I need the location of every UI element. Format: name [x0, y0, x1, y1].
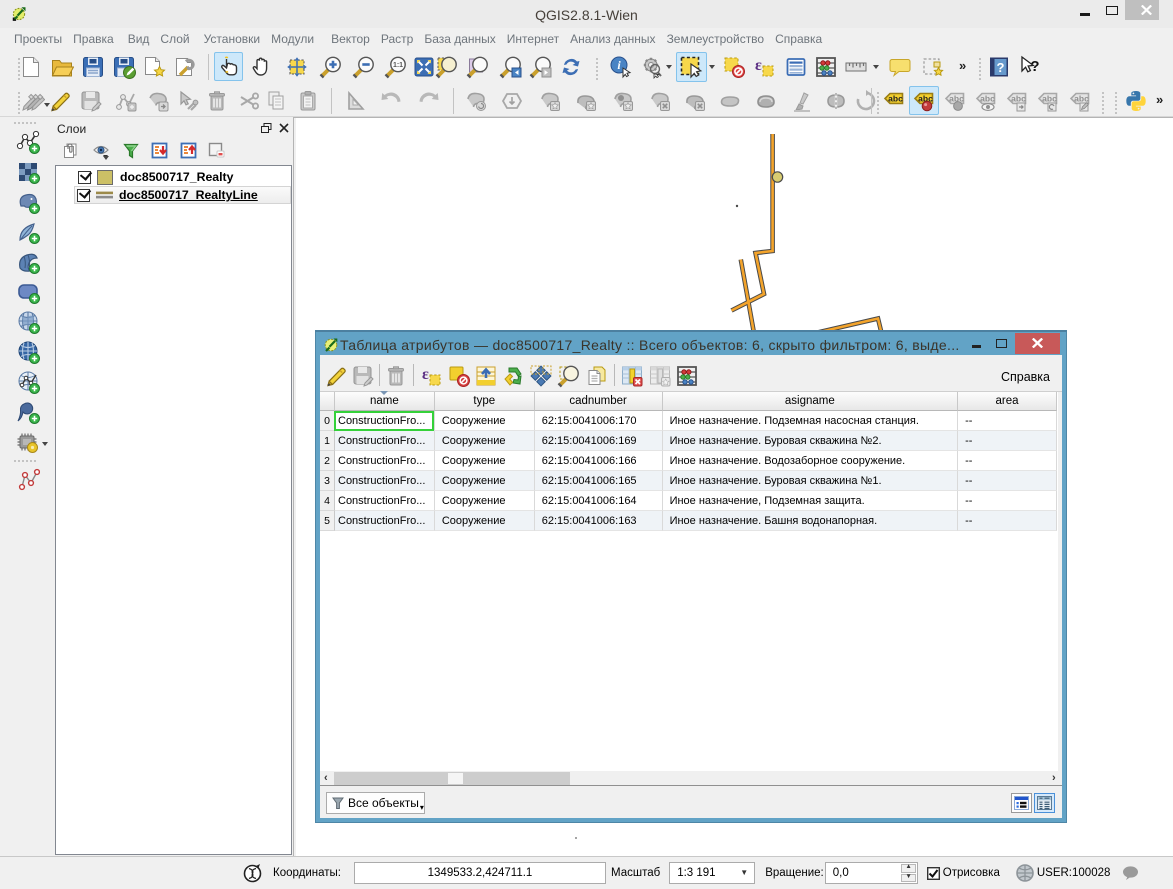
svg-text:ε: ε [422, 366, 429, 383]
svg-text:?: ? [997, 60, 1005, 75]
svg-text:?: ? [1030, 58, 1039, 75]
svg-text:1:1: 1:1 [393, 62, 403, 69]
svg-text:abc: abc [888, 94, 903, 104]
svg-text:abc: abc [980, 94, 995, 104]
svg-text:abc: abc [1074, 94, 1089, 104]
svg-text:abc: abc [1042, 94, 1057, 104]
svg-text:ε: ε [755, 57, 762, 74]
svg-text:abc: abc [1011, 94, 1026, 104]
